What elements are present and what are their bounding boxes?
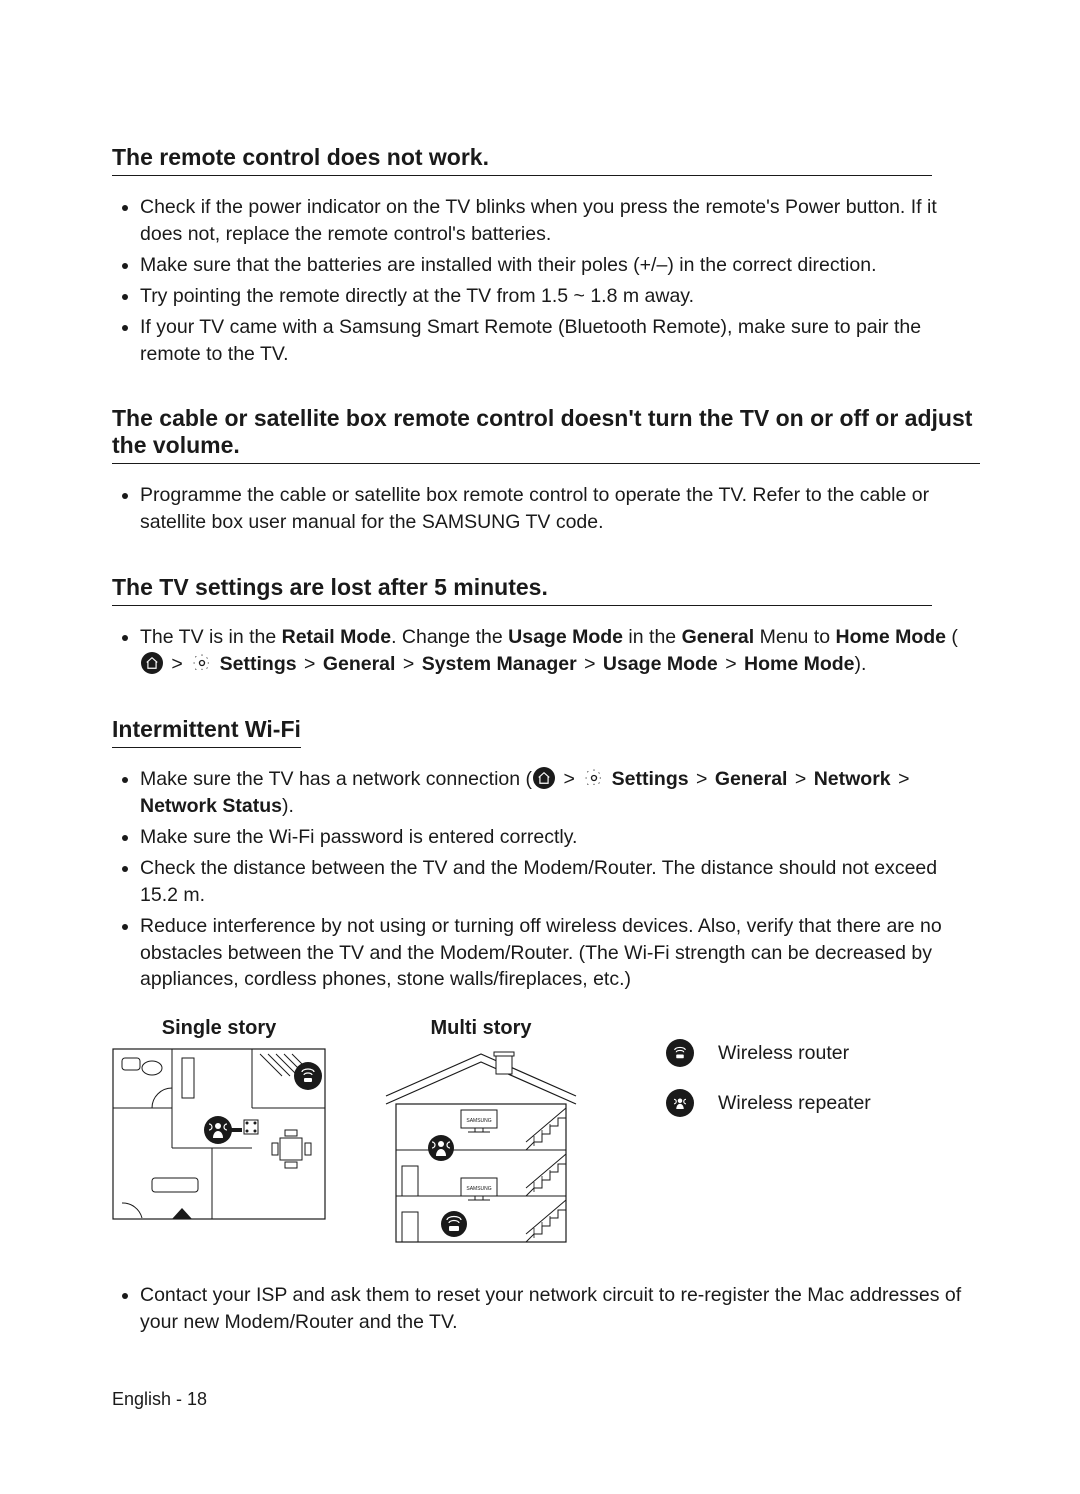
page: The remote control does not work. Check … [0,0,1080,1494]
list-wifi-continued: Contact your ISP and ask them to reset y… [112,1282,980,1336]
separator: > [898,768,909,790]
floorplan-illustration [112,1048,326,1220]
diagram-row: Single story [112,1017,980,1244]
text: ( [946,626,958,648]
list-item: The TV is in the Retail Mode. Change the… [140,624,980,678]
legend-label: Wireless repeater [718,1092,871,1115]
separator: > [725,653,736,675]
home-icon [141,652,163,674]
house-section-illustration: SAMSUNG SAMSUNG [376,1048,586,1244]
text: . Change the [391,626,508,648]
separator: > [563,768,574,790]
list-wifi: Make sure the TV has a network connectio… [112,766,980,993]
legend-row-repeater: Wireless repeater [666,1089,871,1117]
list-cable: Programme the cable or satellite box rem… [112,482,980,536]
diagram-title: Multi story [430,1017,531,1040]
footer-page-number: 18 [187,1389,207,1409]
diagram-multi-story: Multi story [376,1017,586,1244]
text: Make sure the TV has a network connectio… [140,768,532,790]
path-settings: Settings [612,768,689,790]
home-icon [533,767,555,789]
separator: > [171,653,182,675]
list-remote: Check if the power indicator on the TV b… [112,194,980,367]
text-bold: Home Mode [835,626,946,648]
diagram-single-story: Single story [112,1017,326,1220]
separator: > [584,653,595,675]
path-settings: Settings [220,653,297,675]
repeater-icon [666,1089,694,1117]
samsung-label: SAMSUNG [466,1186,491,1192]
path-system-manager: System Manager [422,653,577,675]
separator: > [696,768,707,790]
separator: > [795,768,806,790]
heading-cable: The cable or satellite box remote contro… [112,405,980,464]
list-item: Make sure the TV has a network connectio… [140,766,980,820]
settings-icon [191,652,213,674]
samsung-label: SAMSUNG [466,1118,491,1124]
legend-row-router: Wireless router [666,1039,871,1067]
diagram-legend: Wireless router Wireless repeater [666,1039,871,1117]
text: Menu to [754,626,835,648]
router-icon [666,1039,694,1067]
path-home-mode: Home Mode [744,653,855,675]
heading-remote: The remote control does not work. [112,144,932,176]
footer-language: English [112,1389,171,1409]
separator: > [304,653,315,675]
heading-settings-lost: The TV settings are lost after 5 minutes… [112,574,932,606]
legend-label: Wireless router [718,1042,849,1065]
list-item: Reduce interference by not using or turn… [140,913,980,994]
settings-icon [583,767,605,789]
separator: > [403,653,414,675]
text: in the [623,626,682,648]
text-bold: Retail Mode [282,626,391,648]
list-item: Programme the cable or satellite box rem… [140,482,980,536]
path-general: General [715,768,788,790]
list-item: Contact your ISP and ask them to reset y… [140,1282,980,1336]
list-item: If your TV came with a Samsung Smart Rem… [140,314,980,368]
list-item: Try pointing the remote directly at the … [140,283,980,310]
text: ). [855,653,867,675]
path-usage-mode: Usage Mode [603,653,718,675]
path-network-status: Network Status [140,795,282,817]
text-bold: Usage Mode [508,626,623,648]
list-item: Check the distance between the TV and th… [140,855,980,909]
footer-sep: - [171,1389,187,1409]
page-footer: English - 18 [112,1389,207,1410]
path-network: Network [814,768,891,790]
text: The TV is in the [140,626,282,648]
heading-wifi: Intermittent Wi-Fi [112,716,301,748]
list-item: Make sure the Wi-Fi password is entered … [140,824,980,851]
diagram-title: Single story [162,1017,276,1040]
text-bold: General [682,626,755,648]
list-item: Make sure that the batteries are install… [140,252,980,279]
text: ). [282,795,294,817]
list-settings-lost: The TV is in the Retail Mode. Change the… [112,624,980,678]
list-item: Check if the power indicator on the TV b… [140,194,980,248]
path-general: General [323,653,396,675]
